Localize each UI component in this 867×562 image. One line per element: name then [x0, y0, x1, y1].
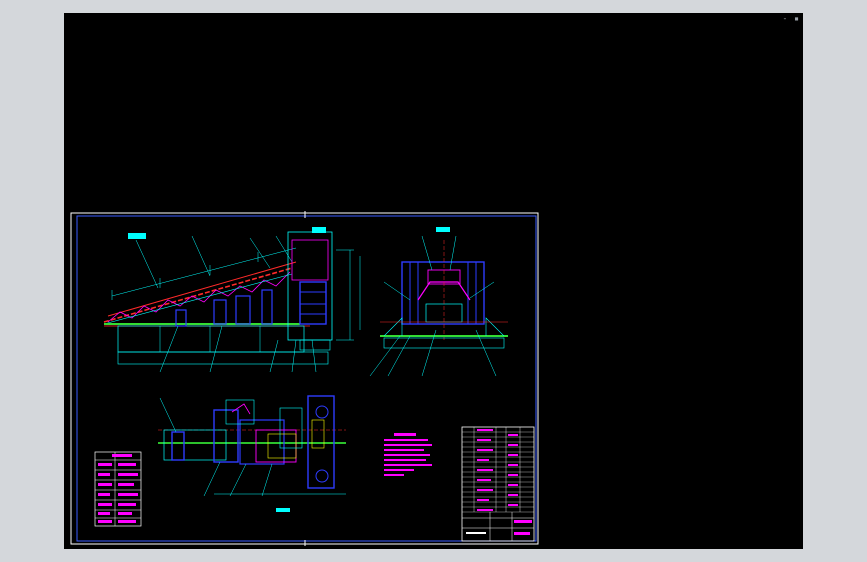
- title-block: [461, 426, 535, 542]
- cad-drawing[interactable]: [0, 0, 867, 562]
- elevation-view: [103, 227, 361, 373]
- sheet-inner-border: [76, 215, 537, 542]
- plan-view: [158, 395, 346, 512]
- technical-notes: [384, 433, 432, 476]
- legend-table: [94, 451, 142, 527]
- side-view: [369, 227, 508, 377]
